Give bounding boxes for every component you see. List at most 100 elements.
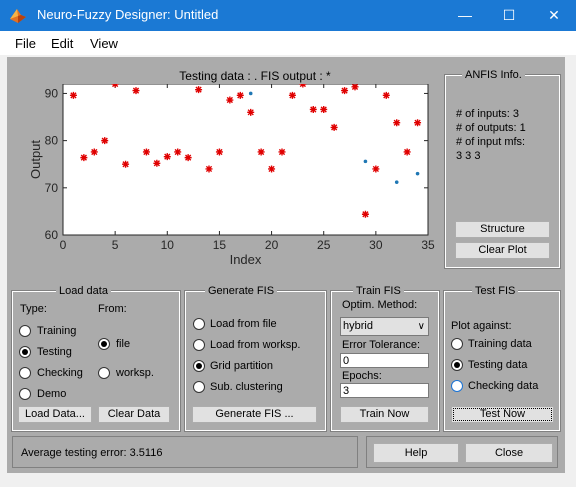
y-tick-label: 70 — [45, 181, 59, 195]
x-tick-label: 15 — [213, 238, 227, 252]
train-fis-title: Train FIS — [353, 285, 404, 297]
plot-area — [62, 84, 429, 236]
x-tick-label: 5 — [112, 238, 119, 252]
data-point-output — [278, 148, 286, 156]
data-point-output — [132, 87, 140, 95]
data-point-output — [205, 165, 213, 173]
clear-plot-button[interactable]: Clear Plot — [455, 242, 550, 259]
info-inputs: # of inputs: 3 — [456, 108, 519, 120]
data-point-output — [122, 160, 130, 168]
y-tick-label: 80 — [45, 134, 59, 148]
clear-data-button[interactable]: Clear Data — [98, 406, 170, 423]
radio-file[interactable] — [98, 338, 110, 350]
menu-edit[interactable]: Edit — [51, 36, 73, 51]
radio-workspace[interactable] — [98, 367, 110, 379]
data-point-output — [80, 154, 88, 162]
window-title: Neuro-Fuzzy Designer: Untitled — [37, 7, 219, 22]
generate-fis-button[interactable]: Generate FIS ... — [192, 406, 317, 423]
x-axis-label: Index — [230, 252, 262, 267]
maximize-button[interactable]: ☐ — [487, 0, 531, 31]
radio-plot-checking[interactable] — [451, 380, 463, 392]
radio-load-from-file-label: Load from file — [210, 318, 277, 330]
radio-load-from-file[interactable] — [193, 318, 205, 330]
radio-demo[interactable] — [19, 388, 31, 400]
radio-file-label: file — [116, 338, 131, 350]
radio-load-from-workspace[interactable] — [193, 339, 205, 351]
structure-button[interactable]: Structure — [455, 221, 550, 238]
data-point-testing — [415, 171, 420, 176]
train-now-button[interactable]: Train Now — [340, 406, 429, 423]
data-point-output — [382, 91, 390, 99]
plot-against-label: Plot against: — [451, 320, 512, 332]
menu-view[interactable]: View — [90, 36, 118, 51]
y-axis-label: Output — [28, 140, 43, 179]
x-tick-label: 20 — [265, 238, 279, 252]
data-point-output — [257, 148, 265, 156]
epochs-input[interactable]: 3 — [340, 383, 429, 398]
radio-checking-label: Checking — [37, 367, 83, 379]
optim-method-value: hybrid — [343, 320, 373, 332]
data-point-output — [372, 165, 380, 173]
close-button[interactable]: Close — [465, 443, 553, 463]
data-point-output — [142, 148, 150, 156]
epochs-label: Epochs: — [342, 370, 382, 382]
radio-plot-testing[interactable] — [451, 359, 463, 371]
data-point-output — [320, 105, 328, 113]
data-point-output — [184, 154, 192, 162]
radio-checking[interactable] — [19, 367, 31, 379]
data-point-output — [361, 210, 369, 218]
data-point-output — [330, 123, 338, 131]
x-tick-label: 0 — [60, 238, 67, 252]
anfis-info-text: # of inputs: 3 # of outputs: 1 # of inpu… — [456, 107, 526, 163]
radio-testing-label: Testing — [37, 346, 72, 358]
anfis-info-panel — [444, 74, 561, 269]
optim-method-select[interactable]: hybrid ∨ — [340, 317, 429, 336]
data-point-output — [393, 119, 401, 127]
data-point-output — [69, 91, 77, 99]
test-now-button[interactable]: Test Now — [451, 406, 554, 423]
radio-grid-partition-label: Grid partition — [210, 360, 273, 372]
help-button[interactable]: Help — [373, 443, 459, 463]
matlab-icon — [10, 9, 26, 23]
chevron-down-icon: ∨ — [417, 321, 425, 332]
data-point-output — [90, 148, 98, 156]
load-data-title: Load data — [56, 285, 111, 297]
data-point-output — [101, 137, 109, 145]
radio-load-from-workspace-label: Load from worksp. — [210, 339, 301, 351]
data-point-output — [403, 148, 411, 156]
info-mfs-label: # of input mfs: — [456, 136, 526, 148]
status-text: Average testing error: 3.5116 — [21, 447, 163, 459]
type-label: Type: — [20, 303, 47, 315]
data-point-testing — [394, 180, 399, 184]
radio-workspace-label: worksp. — [116, 367, 154, 379]
radio-plot-training[interactable] — [451, 338, 463, 350]
radio-sub-clustering[interactable] — [193, 381, 205, 393]
data-point-output — [163, 153, 171, 161]
data-point-output — [288, 91, 296, 99]
chart-title: Testing data : . FIS output : * — [179, 69, 331, 83]
data-point-output — [215, 148, 223, 156]
data-point-testing — [248, 91, 253, 96]
test-fis-title: Test FIS — [472, 285, 519, 297]
minimize-button[interactable]: — — [443, 0, 487, 31]
optim-method-label: Optim. Method: — [342, 299, 418, 311]
data-point-output — [153, 159, 161, 167]
radio-training[interactable] — [19, 325, 31, 337]
menu-file[interactable]: File — [15, 36, 36, 51]
radio-plot-training-label: Training data — [468, 338, 532, 350]
menu-bar — [0, 31, 576, 55]
data-point-output — [309, 105, 317, 113]
radio-testing[interactable] — [19, 346, 31, 358]
radio-plot-testing-label: Testing data — [468, 359, 528, 371]
y-tick-label: 60 — [45, 228, 59, 242]
load-data-button[interactable]: Load Data... — [18, 406, 92, 423]
radio-grid-partition[interactable] — [193, 360, 205, 372]
info-outputs: # of outputs: 1 — [456, 122, 526, 134]
close-window-button[interactable]: ✕ — [532, 0, 576, 31]
error-tolerance-input[interactable]: 0 — [340, 353, 429, 368]
x-tick-label: 25 — [317, 238, 331, 252]
title-bar[interactable]: Neuro-Fuzzy Designer: Untitled — ☐ ✕ — [0, 0, 576, 31]
data-point-output — [351, 84, 359, 91]
data-point-output — [236, 91, 244, 99]
radio-training-label: Training — [37, 325, 77, 337]
